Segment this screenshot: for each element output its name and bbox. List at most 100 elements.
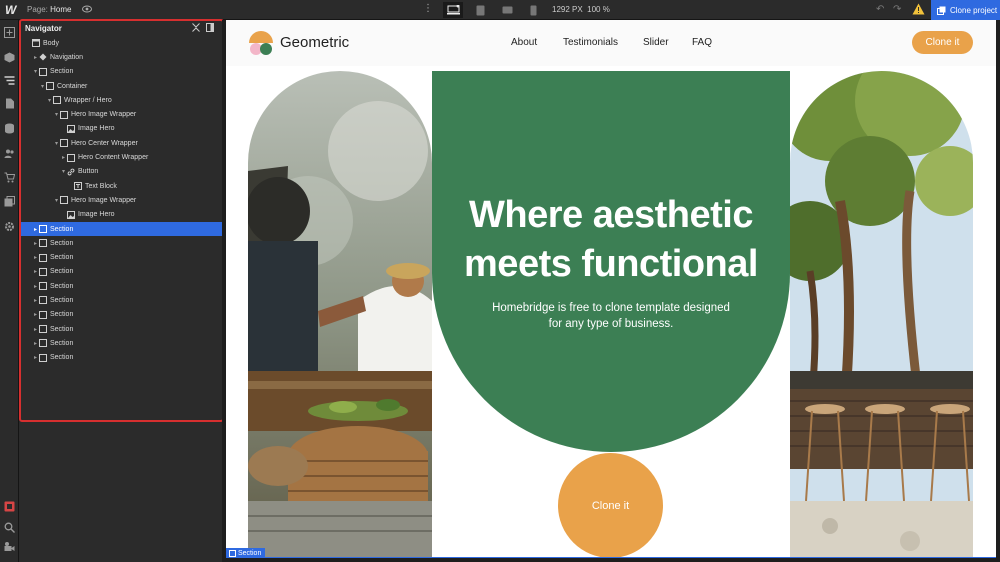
tablet-breakpoint-button[interactable] xyxy=(470,2,490,18)
navigator-item[interactable]: ▾ Hero Center Wrapper xyxy=(19,136,222,150)
caret-right-icon[interactable]: ▸ xyxy=(32,311,39,318)
page-selector[interactable]: Page: Home xyxy=(27,5,71,14)
box-element-icon xyxy=(39,67,47,76)
caret-right-icon[interactable]: ▸ xyxy=(32,240,39,247)
desktop-breakpoint-button[interactable] xyxy=(443,2,463,18)
caret-right-icon[interactable]: ▸ xyxy=(32,268,39,275)
undo-icon[interactable]: ↶ xyxy=(876,4,884,15)
selected-element-tag[interactable]: Section xyxy=(226,548,266,558)
navigator-item[interactable]: ▾ Button xyxy=(19,165,222,179)
caret-down-icon[interactable]: ▾ xyxy=(53,197,60,204)
box-element-icon xyxy=(60,196,68,205)
navigator-item[interactable]: ▸ Section xyxy=(19,265,222,279)
add-panel-icon[interactable] xyxy=(4,27,15,38)
navigator-item[interactable]: ▸ Section xyxy=(19,336,222,350)
clone-project-button[interactable]: Clone project xyxy=(931,0,1000,20)
caret-down-icon[interactable]: ▾ xyxy=(46,97,53,104)
navigator-item-label: Image Hero xyxy=(78,125,115,133)
caret-down-icon[interactable]: ▾ xyxy=(39,83,46,90)
navigator-item[interactable]: Text Block xyxy=(19,179,222,193)
collapse-all-icon[interactable] xyxy=(192,23,200,32)
caret-right-icon[interactable]: ▸ xyxy=(32,254,39,261)
left-tool-rail xyxy=(0,20,19,562)
box-element-icon xyxy=(60,110,68,119)
navigator-item[interactable]: ▾ Section xyxy=(19,65,222,79)
navigator-item[interactable]: ▸ Section xyxy=(19,250,222,264)
caret-right-icon[interactable]: ▸ xyxy=(32,354,39,361)
navigator-item[interactable]: ▸ Hero Content Wrapper xyxy=(19,150,222,164)
page-canvas[interactable]: Geometric About Testimonials Slider FAQ … xyxy=(226,20,996,558)
navigator-item-label: Section xyxy=(50,254,74,262)
navigator-item[interactable]: ▾ Container xyxy=(19,79,222,93)
caret-right-icon[interactable]: ▸ xyxy=(32,283,39,290)
mobile-portrait-icon xyxy=(530,5,536,15)
navigator-item[interactable]: ▸ Section xyxy=(19,322,222,336)
brand-name[interactable]: Geometric xyxy=(280,34,349,51)
caret-down-icon[interactable]: ▾ xyxy=(53,140,60,147)
nav-clone-button[interactable]: Clone it xyxy=(912,31,973,54)
menu-item-about[interactable]: About xyxy=(511,37,537,48)
search-icon[interactable] xyxy=(4,522,15,533)
mobile-landscape-breakpoint-button[interactable] xyxy=(497,2,517,18)
caret-down-icon[interactable]: ▾ xyxy=(53,111,60,118)
hero-image-right xyxy=(790,71,973,558)
navigator-item-label: Wrapper / Hero xyxy=(64,96,112,104)
cms-icon[interactable] xyxy=(4,123,15,134)
caret-right-icon[interactable]: ▸ xyxy=(32,340,39,347)
hero-clone-button[interactable]: Clone it xyxy=(558,453,663,558)
caret-down-icon[interactable]: ▾ xyxy=(32,68,39,75)
navigator-icon[interactable] xyxy=(4,75,15,86)
navigator-item[interactable]: Image Hero xyxy=(19,208,222,222)
pin-panel-icon[interactable] xyxy=(206,23,214,32)
brand-logo-icon[interactable] xyxy=(248,30,274,56)
caret-right-icon[interactable]: ▸ xyxy=(32,226,39,233)
video-tutorial-icon[interactable] xyxy=(4,541,15,552)
assets-icon[interactable] xyxy=(4,196,15,207)
navigator-item-label: Section xyxy=(50,339,74,347)
menu-item-faq[interactable]: FAQ xyxy=(692,37,712,48)
mobile-portrait-breakpoint-button[interactable] xyxy=(523,2,543,18)
eye-icon[interactable] xyxy=(82,5,92,13)
caret-right-icon[interactable]: ▸ xyxy=(32,326,39,333)
navigator-item-label: Section xyxy=(50,296,74,304)
pages-icon[interactable] xyxy=(4,98,15,109)
navigator-item[interactable]: ▸ Navigation xyxy=(19,50,222,64)
warning-icon[interactable] xyxy=(912,3,925,15)
navigator-title: Navigator xyxy=(25,23,62,33)
text-block-icon xyxy=(74,182,82,191)
menu-item-slider[interactable]: Slider xyxy=(643,37,669,48)
webflow-logo[interactable]: W xyxy=(5,3,16,17)
navigator-item[interactable]: ▸ Section xyxy=(19,221,222,237)
ecommerce-cart-icon[interactable] xyxy=(4,172,15,183)
caret-right-icon[interactable]: ▸ xyxy=(32,297,39,304)
hero-image-left xyxy=(248,71,432,558)
navigator-item[interactable]: ▸ Section xyxy=(19,236,222,250)
navigator-item[interactable]: ▸ Section xyxy=(19,351,222,365)
navigator-item[interactable]: ▾ Wrapper / Hero xyxy=(19,93,222,107)
symbols-icon[interactable] xyxy=(4,52,15,63)
menu-item-testimonials[interactable]: Testimonials xyxy=(563,37,618,48)
navigator-item-label: Section xyxy=(50,311,74,319)
navigator-item[interactable]: Image Hero xyxy=(19,122,222,136)
redo-icon[interactable]: ↷ xyxy=(893,4,901,15)
navigator-item-label: Hero Content Wrapper xyxy=(78,154,149,162)
navigator-item[interactable]: ▾ Hero Image Wrapper xyxy=(19,193,222,207)
box-element-icon xyxy=(46,82,54,91)
navigator-item[interactable]: ▸ Section xyxy=(19,308,222,322)
navigator-item-label: Section xyxy=(50,68,74,76)
box-element-icon xyxy=(39,239,47,248)
navigator-item[interactable]: ▸ Section xyxy=(19,293,222,307)
box-element-icon xyxy=(39,325,47,334)
caret-right-icon[interactable]: ▸ xyxy=(60,154,67,161)
navigator-item[interactable]: ▾ Hero Image Wrapper xyxy=(19,107,222,121)
clone-icon xyxy=(937,6,946,15)
caret-right-icon[interactable]: ▸ xyxy=(32,54,39,61)
users-icon[interactable] xyxy=(4,148,15,159)
more-options-icon[interactable]: ⋮ xyxy=(423,3,433,14)
navigator-item[interactable]: Body xyxy=(19,36,222,50)
caret-down-icon[interactable]: ▾ xyxy=(60,168,67,175)
audit-stop-icon[interactable] xyxy=(4,501,15,512)
hero-image-left-art xyxy=(248,71,432,558)
navigator-item[interactable]: ▸ Section xyxy=(19,279,222,293)
settings-gear-icon[interactable] xyxy=(4,221,15,232)
